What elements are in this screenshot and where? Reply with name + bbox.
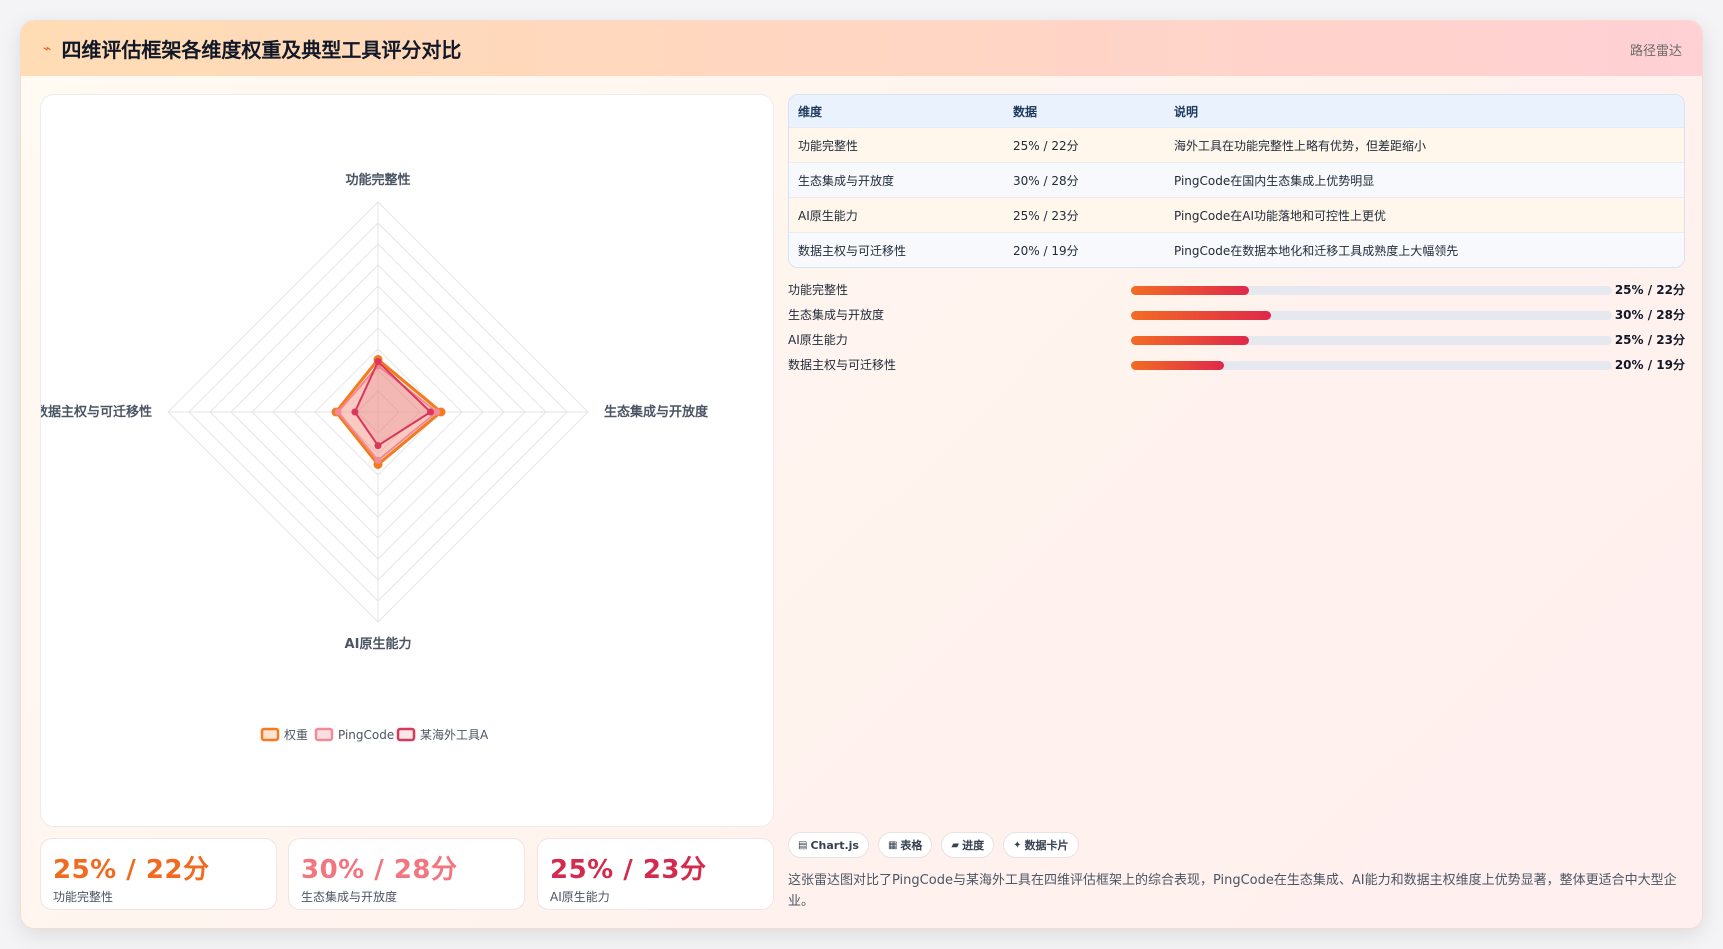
axis-label: AI原生能力 — [345, 636, 412, 652]
cell-dimension: 生态集成与开放度 — [798, 173, 895, 188]
progress-label: 生态集成与开放度 — [788, 308, 885, 322]
kpi-value: 30% / 28分 — [301, 855, 458, 885]
progress-row: 数据主权与可迁移性 20% / 19分 — [788, 352, 1685, 377]
cell-dimension: 数据主权与可迁移性 — [798, 243, 907, 258]
cell-note: PingCode在数据本地化和迁移工具成熟度上大幅领先 — [1174, 243, 1459, 258]
chart-type-tag: 路径雷达 — [1629, 44, 1682, 59]
data-point — [351, 408, 359, 416]
cell-data: 20% / 19分 — [1013, 243, 1079, 258]
progress-track — [1131, 286, 1612, 295]
progress-value: 25% / 23分 — [1614, 333, 1685, 347]
axis-label: 生态集成与开放度 — [604, 404, 709, 420]
kpi-value: 25% / 22分 — [53, 855, 210, 885]
cell-note: 海外工具在功能完整性上略有优势，但差距缩小 — [1174, 138, 1427, 153]
cell-dimension: AI原生能力 — [798, 208, 858, 223]
progress-track — [1131, 361, 1612, 370]
cell-data: 25% / 22分 — [1013, 138, 1079, 153]
table-header-row: 维度 数据 说明 — [789, 95, 1684, 127]
data-point — [374, 358, 382, 366]
kpi-label: AI原生能力 — [550, 890, 610, 904]
progress-label: 功能完整性 — [788, 283, 849, 297]
progress-fill — [1131, 336, 1249, 345]
cell-dimension: 功能完整性 — [798, 138, 859, 153]
progress-row: 功能完整性 25% / 22分 — [788, 277, 1685, 302]
legend-swatch — [396, 727, 416, 742]
progress-icon: ▰ — [951, 839, 960, 851]
column-header: 数据 — [1013, 104, 1038, 119]
table-row: 生态集成与开放度 30% / 28分 PingCode在国内生态集成上优势明显 — [789, 162, 1684, 197]
table-icon: ▦ — [887, 839, 898, 851]
table-row: 数据主权与可迁移性 20% / 19分 PingCode在数据本地化和迁移工具成… — [789, 232, 1684, 267]
column-header: 说明 — [1174, 104, 1199, 119]
legend-swatch — [260, 727, 280, 742]
progress-fill — [1131, 311, 1272, 320]
progress-value: 30% / 28分 — [1614, 308, 1685, 322]
axis-label: 数据主权与可迁移性 — [41, 404, 152, 420]
chip-label: 数据卡片 — [1024, 839, 1069, 852]
sparkle-icon: ✦ — [1013, 839, 1022, 851]
chip-progress[interactable]: ▰ 进度 — [941, 832, 995, 858]
legend-swatch — [314, 727, 334, 742]
progress-fill — [1131, 286, 1249, 295]
chip-label: 进度 — [962, 839, 985, 852]
legend-label: 权重 — [284, 728, 308, 742]
progress-fill — [1131, 361, 1224, 370]
progress-list: 功能完整性 25% / 22分 生态集成与开放度 30% / 28分 AI原生能… — [788, 277, 1685, 377]
cell-note: PingCode在国内生态集成上优势明显 — [1174, 173, 1375, 188]
progress-value: 20% / 19分 — [1614, 358, 1685, 372]
data-point — [374, 456, 382, 464]
progress-track — [1131, 311, 1612, 320]
kpi-card: 30% / 28分 生态集成与开放度 — [288, 838, 525, 910]
progress-row: 生态集成与开放度 30% / 28分 — [788, 302, 1685, 327]
kpi-card: 25% / 23分 AI原生能力 — [537, 838, 774, 910]
progress-value: 25% / 22分 — [1614, 283, 1685, 297]
data-point — [374, 442, 382, 450]
chip-label: Chart.js — [810, 838, 859, 852]
legend-label: 某海外工具A — [420, 727, 489, 742]
cell-data: 25% / 23分 — [1013, 208, 1079, 223]
report-card: ⌁ 四维评估框架各维度权重及典型工具评分对比 路径雷达 功能完整性 生态集成与开放… — [20, 20, 1703, 929]
page-title: 四维评估框架各维度权重及典型工具评分对比 — [61, 38, 462, 62]
chart-icon: ▤ — [798, 839, 808, 851]
kpi-label: 功能完整性 — [53, 890, 114, 904]
progress-track — [1131, 336, 1612, 345]
radar-chart: 功能完整性生态集成与开放度 AI原生能力 数据主权与可迁移性权重 PingCode 某海… — [41, 172, 709, 742]
kpi-label: 生态集成与开放度 — [301, 890, 398, 904]
progress-label: 数据主权与可迁移性 — [788, 358, 897, 372]
chip-chartjs[interactable]: ▤ Chart.js — [788, 832, 869, 858]
chip-table[interactable]: ▦ 表格 — [877, 832, 933, 858]
data-table: 维度 数据 说明 功能完整性 25% / 22分 海外工具在功能完整性上略有优势… — [788, 94, 1685, 268]
kpi-value: 25% / 23分 — [550, 855, 707, 885]
chart-description: 这张雷达图对比了PingCode与某海外工具在四维评估框架上的综合表现，Ping… — [788, 873, 1677, 909]
feature-chips: ▤ Chart.js ▦ 表格 ▰ 进度 ✦ 数据卡片 — [788, 832, 1079, 858]
kpi-card: 25% / 22分 功能完整性 — [40, 838, 277, 910]
axis-label: 功能完整性 — [345, 172, 410, 188]
legend-label: PingCode — [338, 728, 394, 742]
data-point — [433, 408, 441, 416]
cell-data: 30% / 28分 — [1013, 173, 1079, 188]
cell-note: PingCode在AI功能落地和可控性上更优 — [1174, 208, 1386, 223]
data-point — [334, 408, 342, 416]
column-header: 维度 — [798, 104, 823, 119]
table-row: AI原生能力 25% / 23分 PingCode在AI功能落地和可控性上更优 — [789, 197, 1684, 232]
chip-data-card[interactable]: ✦ 数据卡片 — [1003, 832, 1079, 858]
progress-label: AI原生能力 — [788, 333, 848, 347]
chip-label: 表格 — [900, 839, 923, 852]
table-row: 功能完整性 25% / 22分 海外工具在功能完整性上略有优势，但差距缩小 — [789, 127, 1684, 162]
radar-chart-panel: 功能完整性生态集成与开放度 AI原生能力 数据主权与可迁移性权重 PingCode 某海… — [40, 94, 774, 827]
card-header: ⌁ 四维评估框架各维度权重及典型工具评分对比 路径雷达 — [21, 21, 1702, 76]
chart-line-icon: ⌁ — [43, 40, 52, 57]
progress-row: AI原生能力 25% / 23分 — [788, 327, 1685, 352]
data-point — [427, 408, 434, 416]
